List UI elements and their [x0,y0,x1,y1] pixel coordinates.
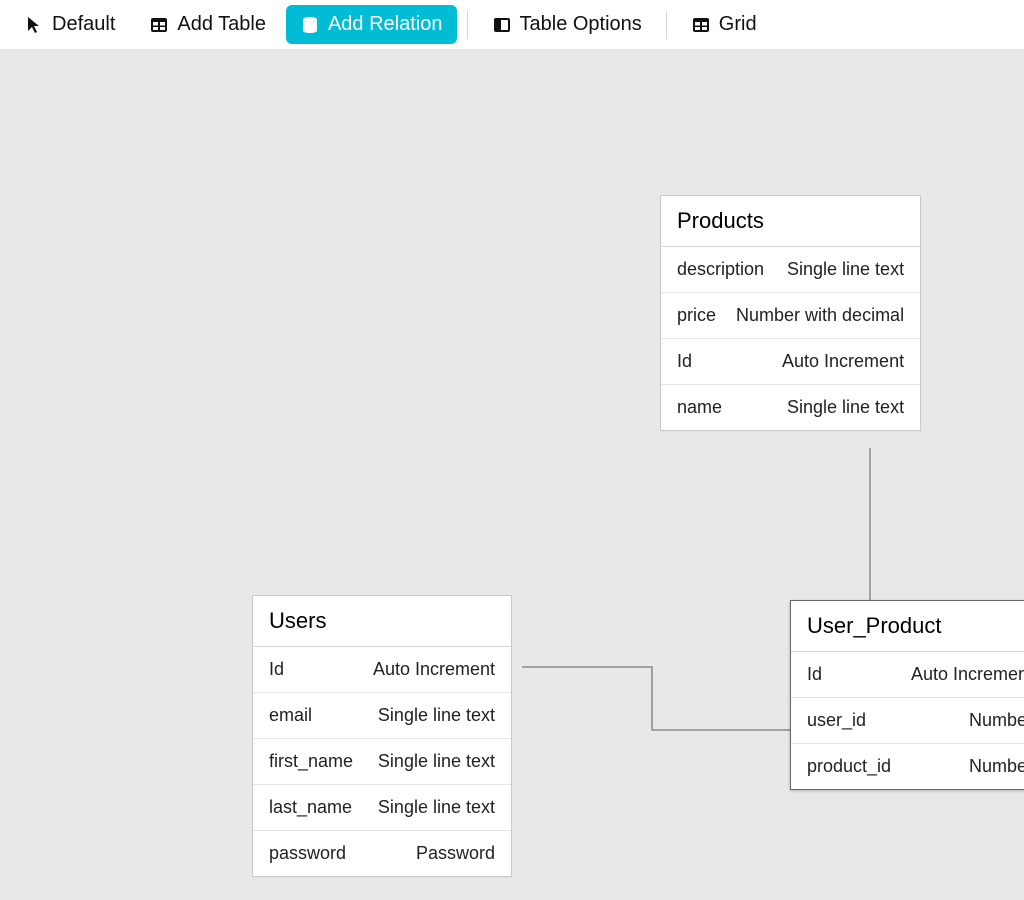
table-column-row[interactable]: Id Auto Increment [253,647,511,693]
column-type: Auto Increment [782,351,904,372]
table-users[interactable]: Users Id Auto Increment email Single line te… [252,595,512,877]
column-type: Number [969,756,1024,777]
column-type: Password [416,843,495,864]
table-column-row[interactable]: Id Auto Increment [661,339,920,385]
table-icon [691,15,711,35]
grid-button[interactable]: Grid [677,5,771,44]
column-name: product_id [807,756,891,777]
table-icon [149,15,169,35]
column-name: email [269,705,312,726]
column-name: name [677,397,722,418]
toolbar: Default Add Table Add Relation Table Opt… [0,0,1024,50]
toolbar-divider [467,11,468,39]
column-type: Auto Increment [373,659,495,680]
column-type: Number with decimal [736,305,904,326]
column-type: Auto Increment [911,664,1024,685]
column-name: last_name [269,797,352,818]
table-column-row[interactable]: last_name Single line text [253,785,511,831]
column-name: Id [677,351,692,372]
database-icon [300,15,320,35]
column-type: Single line text [787,397,904,418]
table-user-product[interactable]: User_Product Id Auto Increment user_id Numbe… [790,600,1024,790]
table-title[interactable]: User_Product [791,601,1024,652]
table-options-button[interactable]: Table Options [478,5,656,44]
column-type: Number [969,710,1024,731]
table-title[interactable]: Products [661,196,920,247]
column-name: password [269,843,346,864]
table-column-row[interactable]: description Single line text [661,247,920,293]
canvas[interactable]: Users Id Auto Increment email Single line te… [0,50,1024,900]
column-type: Single line text [378,705,495,726]
column-name: price [677,305,716,326]
column-type: Single line text [378,751,495,772]
column-name: Id [269,659,284,680]
add-table-button[interactable]: Add Table [135,5,280,44]
add-relation-button[interactable]: Add Relation [286,5,457,44]
grid-button-label: Grid [719,13,757,36]
table-column-row[interactable]: email Single line text [253,693,511,739]
table-column-row[interactable]: first_name Single line text [253,739,511,785]
relation-line[interactable] [522,667,790,730]
table-column-row[interactable]: password Password [253,831,511,876]
default-button-label: Default [52,13,115,36]
column-name: Id [807,664,822,685]
column-name: first_name [269,751,353,772]
toolbar-divider [666,11,667,39]
table-column-row[interactable]: product_id Number [791,744,1024,789]
cursor-icon [24,15,44,35]
panel-icon [492,15,512,35]
table-column-row[interactable]: Id Auto Increment [791,652,1024,698]
table-column-row[interactable]: user_id Number [791,698,1024,744]
table-column-row[interactable]: name Single line text [661,385,920,430]
column-name: description [677,259,764,280]
table-options-button-label: Table Options [520,13,642,36]
table-products[interactable]: Products description Single line text price… [660,195,921,431]
default-button[interactable]: Default [10,5,129,44]
table-title[interactable]: Users [253,596,511,647]
column-type: Single line text [378,797,495,818]
column-name: user_id [807,710,866,731]
add-table-button-label: Add Table [177,13,266,36]
add-relation-button-label: Add Relation [328,13,443,36]
table-column-row[interactable]: price Number with decimal [661,293,920,339]
column-type: Single line text [787,259,904,280]
